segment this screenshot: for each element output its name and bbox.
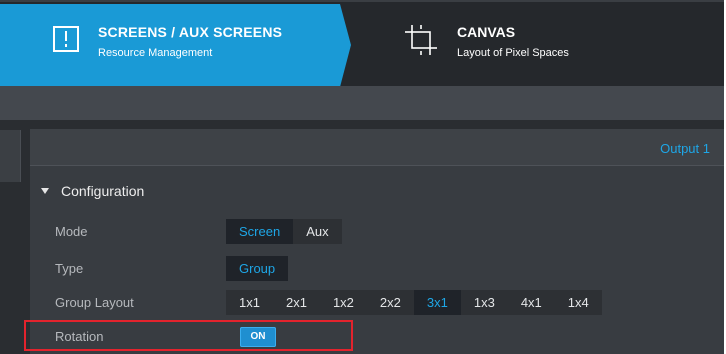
type-label: Type	[55, 261, 84, 276]
nav-left-edge	[0, 4, 10, 87]
layout-option-1x3[interactable]: 1x3	[461, 290, 508, 315]
tab-title: SCREENS / AUX SCREENS	[98, 24, 283, 40]
type-row: Type Group	[30, 254, 724, 284]
tab-subtitle: Resource Management	[98, 47, 213, 59]
screens-icon	[53, 26, 79, 57]
output-header: Output 1	[30, 129, 724, 166]
mode-label: Mode	[55, 224, 88, 239]
canvas-crop-icon	[404, 25, 438, 60]
caret-down-icon[interactable]	[41, 188, 49, 194]
section-title: Configuration	[61, 183, 145, 199]
type-option-group[interactable]: Group	[226, 256, 289, 281]
active-tab-arrow	[340, 4, 351, 87]
mode-selector: Screen Aux	[226, 219, 342, 244]
layout-option-2x1[interactable]: 2x1	[273, 290, 320, 315]
tab-title: CANVAS	[457, 24, 516, 40]
layout-option-1x2[interactable]: 1x2	[320, 290, 367, 315]
group-layout-selector: 1x1 2x1 1x2 2x2 3x1 1x3 4x1 1x4	[226, 290, 602, 315]
layout-option-1x4[interactable]: 1x4	[555, 290, 602, 315]
rotation-toggle[interactable]: ON	[240, 327, 276, 347]
tab-screens-aux-screens[interactable]: SCREENS / AUX SCREENS Resource Managemen…	[10, 4, 340, 87]
tab-canvas[interactable]: CANVAS Layout of Pixel Spaces	[352, 4, 724, 87]
mode-row: Mode Screen Aux	[30, 217, 724, 247]
layout-option-4x1[interactable]: 4x1	[508, 290, 555, 315]
mode-option-screen[interactable]: Screen	[226, 219, 294, 244]
output-label[interactable]: Output 1	[660, 141, 710, 156]
group-layout-row: Group Layout 1x1 2x1 1x2 2x2 3x1 1x3 4x1…	[30, 288, 724, 318]
rotation-row: Rotation ON	[30, 322, 724, 352]
rotation-label: Rotation	[55, 329, 104, 344]
layout-option-1x1[interactable]: 1x1	[226, 290, 273, 315]
layout-option-2x2[interactable]: 2x2	[367, 290, 414, 315]
left-panel-tab[interactable]	[0, 130, 21, 182]
top-navigation: SCREENS / AUX SCREENS Resource Managemen…	[0, 0, 724, 87]
layout-option-3x1[interactable]: 3x1	[413, 290, 461, 315]
group-layout-label: Group Layout	[55, 295, 134, 310]
type-selector: Group	[226, 256, 289, 281]
toolbar-strip	[0, 86, 724, 120]
mode-option-aux[interactable]: Aux	[293, 219, 341, 244]
tab-subtitle: Layout of Pixel Spaces	[457, 47, 569, 59]
app-window: SCREENS / AUX SCREENS Resource Managemen…	[0, 0, 724, 354]
configuration-panel: Output 1 Configuration Mode Screen Aux T…	[30, 129, 724, 354]
